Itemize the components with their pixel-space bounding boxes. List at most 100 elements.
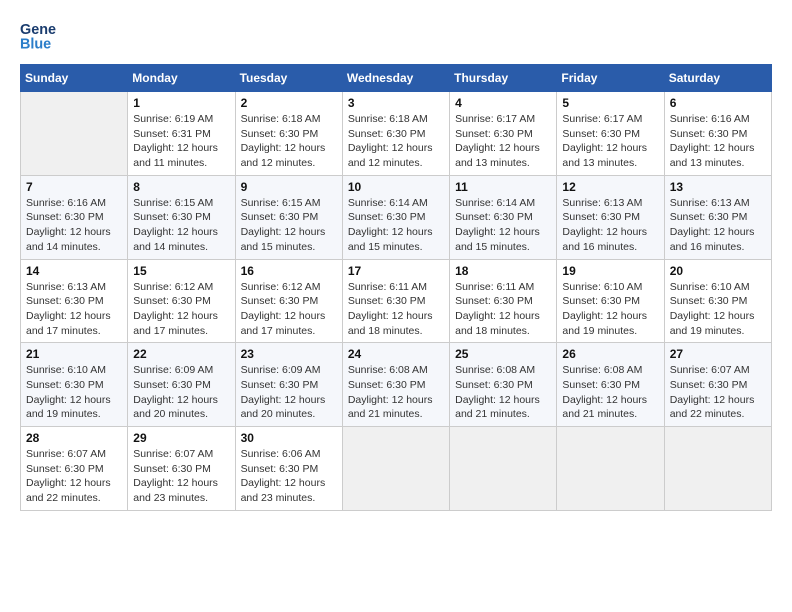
calendar-week-4: 21 Sunrise: 6:10 AMSunset: 6:30 PMDayligh… bbox=[21, 343, 772, 427]
day-number: 17 bbox=[348, 264, 444, 278]
calendar-cell: 22 Sunrise: 6:09 AMSunset: 6:30 PMDayligh… bbox=[128, 343, 235, 427]
day-info: Sunrise: 6:08 AMSunset: 6:30 PMDaylight:… bbox=[562, 363, 658, 422]
day-info: Sunrise: 6:09 AMSunset: 6:30 PMDaylight:… bbox=[241, 363, 337, 422]
day-number: 13 bbox=[670, 180, 766, 194]
calendar-cell: 11 Sunrise: 6:14 AMSunset: 6:30 PMDayligh… bbox=[450, 175, 557, 259]
calendar-cell bbox=[342, 427, 449, 511]
weekday-header-thursday: Thursday bbox=[450, 65, 557, 92]
calendar-cell: 17 Sunrise: 6:11 AMSunset: 6:30 PMDayligh… bbox=[342, 259, 449, 343]
calendar-cell: 3 Sunrise: 6:18 AMSunset: 6:30 PMDaylight… bbox=[342, 92, 449, 176]
weekday-header-sunday: Sunday bbox=[21, 65, 128, 92]
day-info: Sunrise: 6:13 AMSunset: 6:30 PMDaylight:… bbox=[26, 280, 122, 339]
calendar-cell: 15 Sunrise: 6:12 AMSunset: 6:30 PMDayligh… bbox=[128, 259, 235, 343]
calendar-cell bbox=[557, 427, 664, 511]
calendar-body: 1 Sunrise: 6:19 AMSunset: 6:31 PMDaylight… bbox=[21, 92, 772, 511]
day-info: Sunrise: 6:07 AMSunset: 6:30 PMDaylight:… bbox=[133, 447, 229, 506]
day-info: Sunrise: 6:18 AMSunset: 6:30 PMDaylight:… bbox=[241, 112, 337, 171]
day-info: Sunrise: 6:07 AMSunset: 6:30 PMDaylight:… bbox=[26, 447, 122, 506]
calendar-cell: 2 Sunrise: 6:18 AMSunset: 6:30 PMDaylight… bbox=[235, 92, 342, 176]
calendar-cell: 4 Sunrise: 6:17 AMSunset: 6:30 PMDaylight… bbox=[450, 92, 557, 176]
calendar-cell: 14 Sunrise: 6:13 AMSunset: 6:30 PMDayligh… bbox=[21, 259, 128, 343]
calendar-cell: 27 Sunrise: 6:07 AMSunset: 6:30 PMDayligh… bbox=[664, 343, 771, 427]
calendar-cell: 12 Sunrise: 6:13 AMSunset: 6:30 PMDayligh… bbox=[557, 175, 664, 259]
day-number: 11 bbox=[455, 180, 551, 194]
day-number: 14 bbox=[26, 264, 122, 278]
day-info: Sunrise: 6:11 AMSunset: 6:30 PMDaylight:… bbox=[348, 280, 444, 339]
day-number: 29 bbox=[133, 431, 229, 445]
day-number: 3 bbox=[348, 96, 444, 110]
day-info: Sunrise: 6:07 AMSunset: 6:30 PMDaylight:… bbox=[670, 363, 766, 422]
calendar-cell: 20 Sunrise: 6:10 AMSunset: 6:30 PMDayligh… bbox=[664, 259, 771, 343]
day-number: 5 bbox=[562, 96, 658, 110]
day-number: 1 bbox=[133, 96, 229, 110]
day-number: 19 bbox=[562, 264, 658, 278]
calendar-cell: 28 Sunrise: 6:07 AMSunset: 6:30 PMDayligh… bbox=[21, 427, 128, 511]
calendar-cell: 25 Sunrise: 6:08 AMSunset: 6:30 PMDayligh… bbox=[450, 343, 557, 427]
calendar-week-1: 1 Sunrise: 6:19 AMSunset: 6:31 PMDaylight… bbox=[21, 92, 772, 176]
day-info: Sunrise: 6:06 AMSunset: 6:30 PMDaylight:… bbox=[241, 447, 337, 506]
calendar-cell: 19 Sunrise: 6:10 AMSunset: 6:30 PMDayligh… bbox=[557, 259, 664, 343]
day-info: Sunrise: 6:13 AMSunset: 6:30 PMDaylight:… bbox=[562, 196, 658, 255]
day-number: 2 bbox=[241, 96, 337, 110]
weekday-header-tuesday: Tuesday bbox=[235, 65, 342, 92]
day-number: 15 bbox=[133, 264, 229, 278]
calendar-cell: 1 Sunrise: 6:19 AMSunset: 6:31 PMDaylight… bbox=[128, 92, 235, 176]
logo-icon: General Blue bbox=[20, 16, 56, 52]
day-info: Sunrise: 6:14 AMSunset: 6:30 PMDaylight:… bbox=[455, 196, 551, 255]
day-info: Sunrise: 6:15 AMSunset: 6:30 PMDaylight:… bbox=[133, 196, 229, 255]
logo: General Blue bbox=[20, 16, 60, 52]
weekday-header-saturday: Saturday bbox=[664, 65, 771, 92]
day-info: Sunrise: 6:16 AMSunset: 6:30 PMDaylight:… bbox=[670, 112, 766, 171]
calendar-cell bbox=[664, 427, 771, 511]
day-info: Sunrise: 6:09 AMSunset: 6:30 PMDaylight:… bbox=[133, 363, 229, 422]
page-header: General Blue bbox=[20, 16, 772, 52]
day-number: 4 bbox=[455, 96, 551, 110]
calendar-cell: 30Sunrise: 6:06 AMSunset: 6:30 PMDayligh… bbox=[235, 427, 342, 511]
calendar-cell: 29 Sunrise: 6:07 AMSunset: 6:30 PMDayligh… bbox=[128, 427, 235, 511]
weekday-header-monday: Monday bbox=[128, 65, 235, 92]
calendar-cell bbox=[450, 427, 557, 511]
day-number: 24 bbox=[348, 347, 444, 361]
calendar-cell: 13 Sunrise: 6:13 AMSunset: 6:30 PMDayligh… bbox=[664, 175, 771, 259]
calendar-cell: 9Sunrise: 6:15 AMSunset: 6:30 PMDaylight… bbox=[235, 175, 342, 259]
day-number: 26 bbox=[562, 347, 658, 361]
calendar-cell: 16Sunrise: 6:12 AMSunset: 6:30 PMDayligh… bbox=[235, 259, 342, 343]
calendar-week-3: 14 Sunrise: 6:13 AMSunset: 6:30 PMDayligh… bbox=[21, 259, 772, 343]
day-info: Sunrise: 6:12 AMSunset: 6:30 PMDaylight:… bbox=[133, 280, 229, 339]
calendar-cell: 24 Sunrise: 6:08 AMSunset: 6:30 PMDayligh… bbox=[342, 343, 449, 427]
day-number: 22 bbox=[133, 347, 229, 361]
day-number: 21 bbox=[26, 347, 122, 361]
day-info: Sunrise: 6:10 AMSunset: 6:30 PMDaylight:… bbox=[670, 280, 766, 339]
day-number: 23 bbox=[241, 347, 337, 361]
day-info: Sunrise: 6:08 AMSunset: 6:30 PMDaylight:… bbox=[348, 363, 444, 422]
day-info: Sunrise: 6:18 AMSunset: 6:30 PMDaylight:… bbox=[348, 112, 444, 171]
day-info: Sunrise: 6:19 AMSunset: 6:31 PMDaylight:… bbox=[133, 112, 229, 171]
day-info: Sunrise: 6:08 AMSunset: 6:30 PMDaylight:… bbox=[455, 363, 551, 422]
day-info: Sunrise: 6:17 AMSunset: 6:30 PMDaylight:… bbox=[562, 112, 658, 171]
calendar-cell: 26 Sunrise: 6:08 AMSunset: 6:30 PMDayligh… bbox=[557, 343, 664, 427]
day-number: 8 bbox=[133, 180, 229, 194]
calendar-week-2: 7Sunrise: 6:16 AMSunset: 6:30 PMDaylight… bbox=[21, 175, 772, 259]
day-number: 12 bbox=[562, 180, 658, 194]
day-info: Sunrise: 6:15 AMSunset: 6:30 PMDaylight:… bbox=[241, 196, 337, 255]
day-number: 25 bbox=[455, 347, 551, 361]
day-info: Sunrise: 6:11 AMSunset: 6:30 PMDaylight:… bbox=[455, 280, 551, 339]
day-info: Sunrise: 6:17 AMSunset: 6:30 PMDaylight:… bbox=[455, 112, 551, 171]
day-number: 6 bbox=[670, 96, 766, 110]
day-info: Sunrise: 6:14 AMSunset: 6:30 PMDaylight:… bbox=[348, 196, 444, 255]
calendar-cell: 18 Sunrise: 6:11 AMSunset: 6:30 PMDayligh… bbox=[450, 259, 557, 343]
calendar-cell: 21 Sunrise: 6:10 AMSunset: 6:30 PMDayligh… bbox=[21, 343, 128, 427]
day-info: Sunrise: 6:10 AMSunset: 6:30 PMDaylight:… bbox=[26, 363, 122, 422]
calendar-cell: 8 Sunrise: 6:15 AMSunset: 6:30 PMDaylight… bbox=[128, 175, 235, 259]
day-number: 20 bbox=[670, 264, 766, 278]
calendar-cell: 7Sunrise: 6:16 AMSunset: 6:30 PMDaylight… bbox=[21, 175, 128, 259]
calendar-cell bbox=[21, 92, 128, 176]
day-number: 7 bbox=[26, 180, 122, 194]
day-number: 16 bbox=[241, 264, 337, 278]
day-number: 27 bbox=[670, 347, 766, 361]
day-number: 28 bbox=[26, 431, 122, 445]
day-info: Sunrise: 6:10 AMSunset: 6:30 PMDaylight:… bbox=[562, 280, 658, 339]
day-info: Sunrise: 6:13 AMSunset: 6:30 PMDaylight:… bbox=[670, 196, 766, 255]
svg-text:Blue: Blue bbox=[20, 36, 51, 52]
day-number: 18 bbox=[455, 264, 551, 278]
